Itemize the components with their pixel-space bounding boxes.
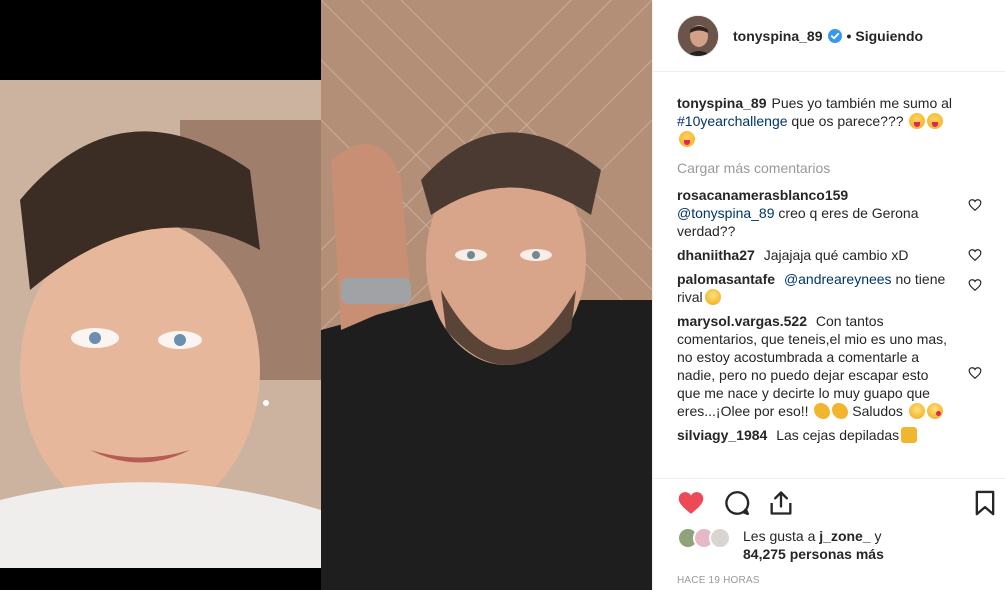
like-comment-heart-icon[interactable] — [968, 366, 982, 380]
caption-text-end: que os parece??? — [791, 113, 904, 129]
clapping-hands-emoji-icon — [814, 403, 831, 419]
comment-text-end: Saludos — [852, 403, 903, 419]
tongue-emoji-icon — [927, 113, 944, 129]
load-more-comments-button[interactable]: Cargar más comentarios — [677, 160, 982, 176]
comment-icon[interactable] — [723, 489, 751, 517]
liker-username-link[interactable]: j_zone_ — [819, 528, 870, 544]
username-link[interactable]: tonyspina_89 — [733, 28, 822, 44]
tongue-emoji-icon — [679, 131, 695, 147]
comment-item: rosacanamerasblanco159 @tonyspina_89 cre… — [677, 186, 982, 240]
post-timestamp[interactable]: HACE 19 HORAS — [677, 575, 760, 586]
separator-dot: • — [846, 27, 852, 44]
like-comment-heart-icon[interactable] — [968, 278, 982, 292]
comment-item: marysol.vargas.522 Con tantos comentario… — [677, 312, 982, 420]
liker-avatars[interactable] — [677, 527, 737, 549]
caption-text: Pues yo también me sumo al — [771, 95, 953, 111]
mention-link[interactable]: @tonyspina_89 — [677, 205, 775, 221]
instagram-post-view: tonyspina_89 • Siguiendo tonyspina_89 Pue… — [0, 0, 1005, 590]
likes-summary: Les gusta a j_zone_ y 84,275 personas má… — [677, 527, 987, 567]
likes-suffix[interactable]: personas más — [790, 546, 884, 562]
tongue-emoji-icon — [909, 113, 926, 129]
like-comment-heart-icon[interactable] — [968, 248, 982, 262]
thumbs-down-emoji-icon — [901, 427, 918, 443]
comment-username[interactable]: rosacanamerasblanco159 — [677, 187, 848, 203]
comment-item: silviagy_1984 Las cejas depiladas — [677, 426, 982, 444]
photo-2019 — [321, 0, 652, 590]
comment-username[interactable]: marysol.vargas.522 — [677, 313, 807, 329]
comment-username[interactable]: silviagy_1984 — [677, 427, 767, 443]
caption: tonyspina_89 Pues yo también me sumo al #… — [677, 94, 982, 148]
likes-prefix: Les gusta a — [743, 528, 816, 544]
comment-username[interactable]: dhaniitha27 — [677, 247, 755, 263]
likes-conjunction: y — [874, 528, 882, 544]
comment-item: palomasantafe @andreareynees no tiene ri… — [677, 270, 982, 306]
post-image[interactable] — [0, 0, 652, 590]
bookmark-icon[interactable] — [971, 489, 999, 517]
comment-text: Jajajaja qué cambio xD — [763, 247, 909, 263]
caption-username[interactable]: tonyspina_89 — [677, 95, 766, 111]
post-sidebar: tonyspina_89 • Siguiendo tonyspina_89 Pue… — [652, 0, 1005, 590]
comment-text: Las cejas depiladas — [776, 427, 900, 443]
verified-badge-icon — [828, 28, 843, 43]
comments-list: tonyspina_89 Pues yo también me sumo al #… — [653, 72, 1005, 478]
like-heart-icon[interactable] — [677, 489, 705, 517]
hashtag-link[interactable]: #10yearchallenge — [677, 113, 788, 129]
mention-link[interactable]: @andreareynees — [784, 271, 892, 287]
share-icon[interactable] — [767, 489, 795, 517]
post-actions: Les gusta a j_zone_ y 84,275 personas má… — [653, 478, 1005, 588]
likes-text: Les gusta a j_zone_ y 84,275 personas má… — [743, 527, 884, 563]
kiss-face-emoji-icon — [926, 403, 943, 419]
smile-emoji-icon — [704, 289, 721, 305]
comment-item: dhaniitha27 Jajajaja qué cambio xD — [677, 246, 982, 264]
comment-username[interactable]: palomasantafe — [677, 271, 775, 287]
post-header: tonyspina_89 • Siguiendo — [653, 0, 1005, 72]
likes-count-link[interactable]: 84,275 — [743, 546, 786, 562]
action-icons-row — [669, 479, 995, 527]
avatar[interactable] — [677, 14, 719, 57]
avatar — [709, 527, 731, 549]
like-comment-heart-icon[interactable] — [968, 198, 982, 212]
clapping-hands-emoji-icon — [832, 403, 849, 419]
photo-2009 — [0, 80, 321, 568]
hugging-face-emoji-icon — [908, 403, 925, 419]
following-button[interactable]: Siguiendo — [855, 28, 923, 44]
